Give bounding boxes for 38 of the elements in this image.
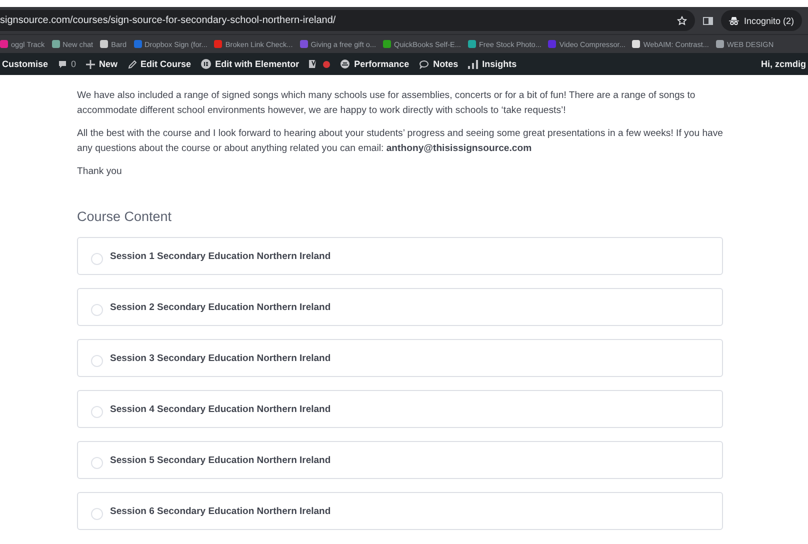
admin-bar-item[interactable]: New (86, 59, 118, 69)
incognito-icon (728, 16, 739, 25)
status-dot-icon (323, 60, 330, 68)
session-title: Session 5 Secondary Education Northern Ireland (110, 454, 331, 466)
session-title: Session 2 Secondary Education Northern Ireland (110, 302, 331, 312)
session-card[interactable]: Session 5 Secondary Education Northern Ireland (77, 441, 723, 479)
comment-icon (58, 60, 68, 68)
body-paragraph: All the best with the course and I look forward to hearing about your students’ progress and seeing some great presentations in a few weeks! If you have any questions about the course or about anything related you can email: anthony@thisissignsource.com (77, 127, 723, 156)
incognito-button[interactable]: Incognito (2) (720, 10, 802, 31)
speech-bubble-icon (419, 60, 430, 68)
session-title: Session 1 Secondary Education Northern Ireland (110, 250, 331, 262)
admin-bar-item[interactable]: Notes (419, 59, 458, 69)
user-greeting[interactable]: Hi, zcmdig (760, 59, 808, 69)
session-title: Session 4 Secondary Education Northern Ireland (110, 404, 331, 414)
admin-bar-item[interactable]: Edit with Elementor (201, 59, 300, 69)
session-card[interactable]: Session 3 Secondary Education Northern Ireland (77, 339, 723, 377)
session-title: Session 6 Secondary Education Northern Ireland (110, 506, 331, 516)
session-card[interactable]: Session 1 Secondary Education Northern Ireland (77, 237, 723, 275)
plus-icon (86, 60, 96, 68)
star-icon[interactable] (676, 16, 687, 26)
session-title: Session 3 Secondary Education Northern Ireland (110, 352, 331, 364)
admin-bar-item[interactable]: Performance (340, 59, 410, 69)
section-heading: Course Content (77, 209, 173, 224)
admin-bar-item[interactable]: Customise (2, 59, 48, 69)
pencil-icon (128, 60, 137, 68)
session-card[interactable]: Session 4 Secondary Education Northern Ireland (77, 390, 723, 428)
side-panel-icon[interactable] (702, 16, 713, 26)
admin-bar-item[interactable]: 0 (58, 59, 76, 69)
bar-chart-icon (468, 60, 478, 68)
admin-bar-item[interactable]: Edit Course (128, 59, 192, 69)
body-paragraph: Thank you (77, 165, 123, 179)
session-card[interactable]: Session 2 Secondary Education Northern Ireland (77, 288, 723, 326)
body-paragraph: We have also included a range of signed songs which many schools use for assemblies, concerts or for a bit of fun! There are a range of songs to accommodate different school environments however, we are happy to work directly with schools to ‘take requests’! (77, 89, 696, 118)
gauge-icon (340, 59, 350, 69)
elementor-icon (201, 59, 212, 69)
admin-bar-item[interactable]: Insights (468, 59, 517, 69)
session-card[interactable]: Session 6 Secondary Education Northern Ireland (77, 492, 723, 530)
seo-menu-button[interactable] (309, 59, 330, 69)
